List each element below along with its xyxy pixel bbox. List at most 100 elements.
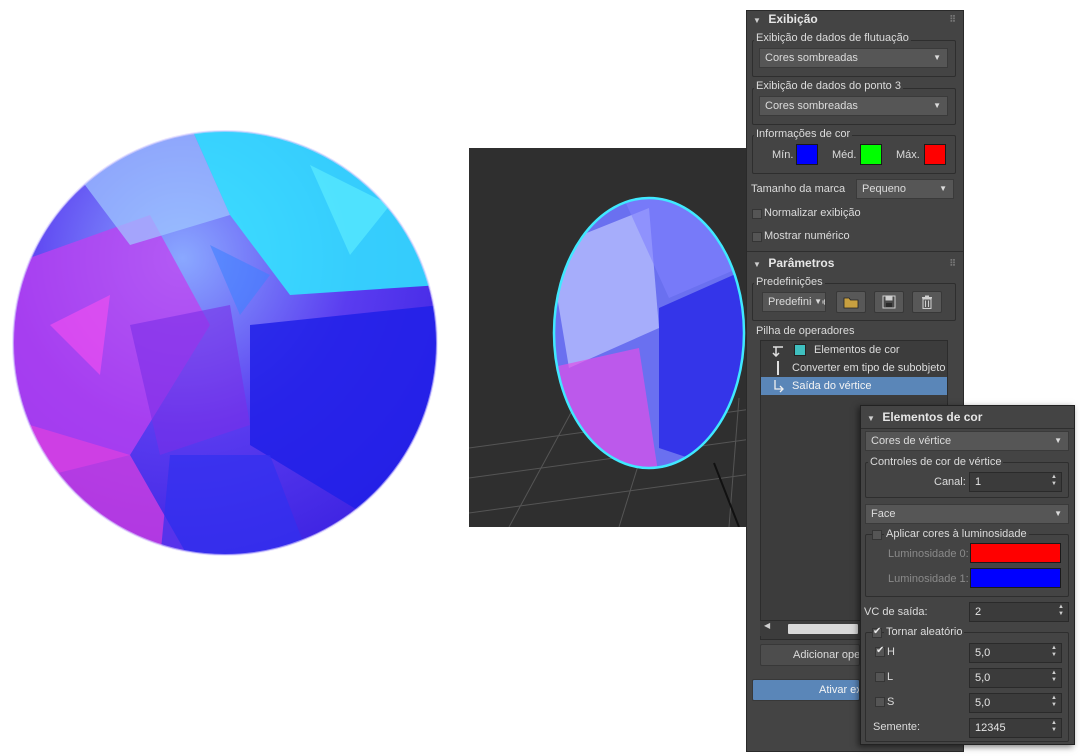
presets-dropdown[interactable]: Predefinições ▼ [762, 292, 826, 312]
l-spinner[interactable]: 5,0 ▲ ▼ [969, 668, 1062, 688]
point3-display-group-label: Exibição de dados do ponto 3 [754, 80, 903, 92]
activate-display-button[interactable]: Ativar exibição [752, 679, 860, 701]
output-arrow-icon [774, 380, 784, 393]
seed-label: Semente: [873, 721, 921, 733]
save-preset-button[interactable] [874, 291, 904, 313]
max-label: Máx. [896, 149, 920, 161]
spinner-value: 5,0 [975, 672, 991, 684]
stack-item-label: Converter em tipo de subobjeto [792, 362, 946, 374]
dropdown-value: Face [871, 508, 896, 520]
apply-luminosity-checkbox[interactable] [872, 530, 882, 540]
rollout-title: Parâmetros [768, 256, 835, 270]
color-info-group-label: Informações de cor [754, 128, 853, 140]
med-color-swatch[interactable] [860, 144, 882, 165]
channel-spinner[interactable]: 1 ▲ ▼ [969, 472, 1062, 492]
luminosity1-color-swatch[interactable] [970, 568, 1061, 588]
scroll-left-arrow-icon[interactable]: ◀ [764, 621, 770, 630]
stack-item-label: Saída do vértice [792, 380, 872, 392]
trash-icon [922, 295, 932, 309]
normalize-checkbox[interactable] [752, 209, 762, 219]
stack-item-saida-do-vertice[interactable]: Saída do vértice [761, 377, 947, 395]
operator-stack-label: Pilha de operadores [754, 325, 857, 337]
check-icon: ✔ [876, 645, 885, 656]
output-vc-spinner[interactable]: 2 ▲ ▼ [969, 602, 1069, 622]
delete-preset-button[interactable] [912, 291, 942, 313]
luminosity0-color-swatch[interactable] [970, 543, 1061, 563]
sphere-render-image [12, 130, 438, 556]
min-label: Mín. [772, 149, 794, 161]
dropdown-value: Cores de vértice [871, 435, 952, 447]
grip-icon: ⠿ [949, 14, 956, 24]
dropdown-value: Pequeno [862, 183, 907, 195]
save-icon [882, 295, 896, 309]
stack-connector-icon [777, 361, 779, 375]
face-dropdown[interactable]: Face ▼ [865, 504, 1069, 524]
float-display-dropdown[interactable]: Cores sombreadas ▼ [759, 48, 948, 68]
spinner-value: 2 [975, 606, 982, 618]
color-mode-dropdown[interactable]: Cores de vértice ▼ [865, 431, 1069, 451]
rollout-title: Elementos de cor [882, 410, 983, 424]
stack-item-elementos-de-cor[interactable]: Elementos de cor [761, 341, 947, 359]
spinner-value: 5,0 [975, 647, 991, 659]
stack-item-converter[interactable]: Converter em tipo de subobjeto [761, 359, 947, 377]
h-spinner[interactable]: 5,0 ▲ ▼ [969, 643, 1062, 663]
rollout-parametros-header[interactable]: ▼ Parâmetros ⠿ [747, 254, 963, 272]
spinner-arrows-icon[interactable]: ▲ ▼ [1051, 474, 1057, 488]
dropdown-arrow-icon: ▼ [812, 293, 822, 311]
point3-display-dropdown[interactable]: Cores sombreadas ▼ [759, 96, 948, 116]
spinner-arrows-icon[interactable]: ▲ ▼ [1051, 670, 1057, 684]
s-spinner[interactable]: 5,0 ▲ ▼ [969, 693, 1062, 713]
open-preset-button[interactable] [836, 291, 866, 313]
randomize-checkbox[interactable]: ✔ [872, 626, 882, 638]
rollout-divider [747, 251, 963, 252]
s-label: S [887, 696, 895, 708]
grip-icon: ⠿ [949, 258, 956, 268]
numeric-checkbox[interactable] [752, 232, 762, 242]
add-operator-button[interactable]: Adicionar operador [760, 644, 860, 666]
dropdown-arrow-icon: ▼ [939, 184, 947, 193]
vertex-color-controls-label: Controles de cor de vértice [868, 456, 1004, 468]
randomize-label: Tornar aleatório [884, 626, 965, 638]
dropdown-arrow-icon: ▼ [1054, 436, 1062, 445]
output-vc-label: VC de saída: [864, 606, 928, 618]
spinner-value: 12345 [975, 722, 1006, 734]
rollout-title: Exibição [768, 12, 818, 26]
viewport[interactable] [469, 148, 759, 527]
seed-spinner[interactable]: 12345 ▲ ▼ [969, 718, 1062, 738]
collapse-triangle-icon: ▼ [867, 414, 875, 423]
spinner-arrows-icon[interactable]: ▲ ▼ [1058, 604, 1064, 618]
l-label: L [887, 671, 894, 683]
rollout-exibicao-header[interactable]: ▼ Exibição ⠿ [747, 10, 963, 28]
med-label: Méd. [832, 149, 857, 161]
luminosity1-label: Luminosidade 1: [888, 573, 969, 585]
color-elements-icon [794, 344, 806, 356]
marker-size-dropdown[interactable]: Pequeno ▼ [856, 179, 954, 199]
rollout-elementos-header[interactable]: ▼ Elementos de cor [861, 408, 1074, 426]
scroll-thumb[interactable] [788, 624, 858, 634]
l-checkbox[interactable] [875, 672, 885, 682]
apply-luminosity-label: Aplicar cores à luminosidade [884, 528, 1029, 540]
numeric-label: Mostrar numérico [764, 230, 850, 242]
stack-item-label: Elementos de cor [814, 344, 900, 356]
spinner-arrows-icon[interactable]: ▲ ▼ [1051, 695, 1057, 709]
spinner-arrows-icon[interactable]: ▲ ▼ [1051, 720, 1057, 734]
stack-horizontal-scrollbar[interactable]: ◀ [760, 620, 860, 636]
max-color-swatch[interactable] [924, 144, 946, 165]
dropdown-arrow-icon: ▼ [1054, 509, 1062, 518]
rollout-divider [861, 428, 1074, 429]
collapse-triangle-icon: ▼ [753, 16, 761, 25]
marker-size-label: Tamanho da marca [751, 183, 846, 195]
min-color-swatch[interactable] [796, 144, 818, 165]
dropdown-value: Cores sombreadas [765, 52, 858, 64]
luminosity0-label: Luminosidade 0: [888, 548, 969, 560]
normalize-label: Normalizar exibição [764, 207, 861, 219]
dropdown-arrow-icon: ▼ [933, 53, 941, 62]
check-icon: ✔ [873, 626, 882, 637]
dropdown-arrow-icon: ▼ [933, 101, 941, 110]
s-checkbox[interactable] [875, 697, 885, 707]
wire-arrow-icon [772, 346, 783, 357]
spinner-value: 1 [975, 476, 982, 488]
spinner-arrows-icon[interactable]: ▲ ▼ [1051, 645, 1057, 659]
h-label: H [887, 646, 895, 658]
h-checkbox[interactable]: ✔ [875, 645, 885, 657]
